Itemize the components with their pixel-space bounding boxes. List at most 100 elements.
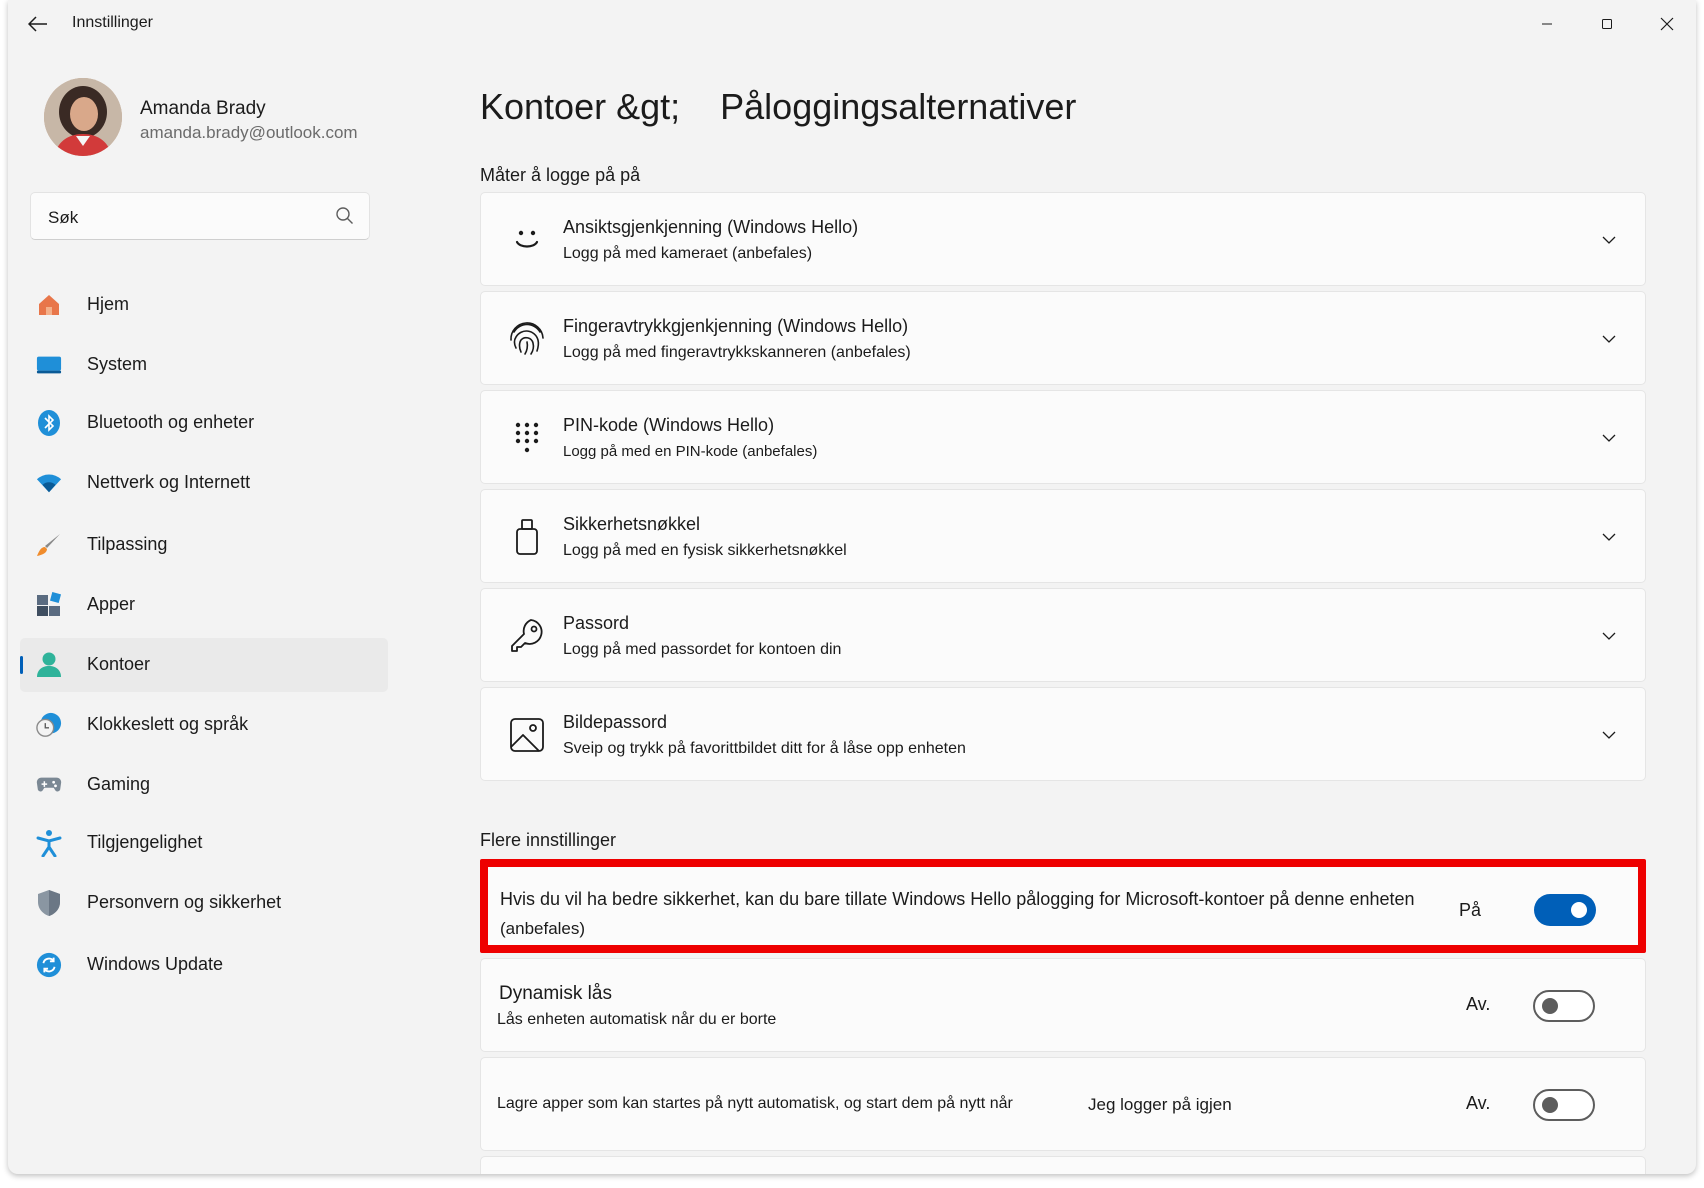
search-placeholder: Søk: [48, 208, 79, 227]
restart-apps-toggle[interactable]: [1533, 1089, 1595, 1121]
option-title: Bildepassord: [563, 712, 668, 732]
keypad-icon: [507, 418, 547, 458]
option-title: Passord: [563, 613, 630, 633]
option-subtitle: Logg på med en PIN-kode (anbefales): [563, 443, 818, 460]
breadcrumb-parent[interactable]: Kontoer &gt;: [480, 86, 680, 127]
option-subtitle: Sveip og trykk på favorittbildet ditt fo…: [563, 740, 966, 757]
sidebar-item-label: Personvern og sikkerhet: [87, 892, 282, 912]
signin-option-face[interactable]: Ansiktsgjenkjenning (Windows Hello) Logg…: [480, 192, 1646, 286]
close-button[interactable]: [1644, 8, 1690, 40]
shield-icon: [36, 890, 62, 916]
chevron-down-icon[interactable]: [1599, 725, 1619, 745]
paintbrush-icon: [36, 532, 62, 558]
option-title: Sikkerhetsnøkkel: [563, 514, 701, 534]
sidebar-item-kontoer[interactable]: Kontoer: [20, 638, 388, 692]
page-title: Kontoer &gt; Påloggingsalternativer: [480, 86, 1076, 128]
sidebar-item-windows-update[interactable]: Windows Update: [20, 938, 388, 992]
option-subtitle: Logg på med kameraet (anbefales): [563, 245, 813, 262]
back-button[interactable]: [22, 10, 54, 38]
minimize-button[interactable]: [1524, 8, 1570, 40]
setting-description: Hvis du vil ha bedre sikkerhet, kan du b…: [500, 889, 1415, 909]
toggle-state-label: Av.: [1466, 1093, 1491, 1113]
sidebar-item-apper[interactable]: Apper: [20, 578, 388, 632]
fingerprint-icon: [507, 319, 547, 359]
option-title: Ansiktsgjenkjenning (Windows Hello): [563, 217, 859, 237]
chevron-down-icon[interactable]: [1599, 230, 1619, 250]
sidebar-item-label: System: [87, 354, 148, 374]
maximize-icon: [1602, 19, 1612, 29]
app-title: Innstillinger: [72, 14, 153, 31]
setting-hello-only: Hvis du vil ha bedre sikkerhet, kan du b…: [480, 859, 1646, 953]
signin-option-picture-password[interactable]: Bildepassord Sveip og trykk på favorittb…: [480, 687, 1646, 781]
search-icon: [336, 207, 353, 224]
setting-subtitle: Lås enheten automatisk når du er borte: [497, 1011, 777, 1028]
setting-recommended: (anbefales): [500, 919, 586, 938]
toggle-knob: [1542, 998, 1558, 1014]
chevron-down-icon[interactable]: [1599, 626, 1619, 646]
toggle-knob: [1571, 902, 1587, 918]
sidebar-item-nettverk[interactable]: Nettverk og Internett: [20, 456, 388, 510]
search-input[interactable]: Søk: [30, 192, 370, 240]
option-title: Fingeravtrykkgjenkjenning (Windows Hello…: [563, 316, 909, 336]
setting-next-card: [480, 1156, 1646, 1174]
setting-dynamic-lock: Dynamisk lås Lås enheten automatisk når …: [480, 958, 1646, 1052]
person-icon: [36, 652, 62, 678]
profile-name: Amanda Brady: [140, 98, 266, 119]
sidebar-item-label: Apper: [87, 594, 136, 614]
face-icon: [507, 220, 547, 260]
clock-globe-icon: [36, 712, 62, 738]
title-bar: Innstillinger: [8, 0, 1696, 48]
toggle-knob: [1542, 1097, 1558, 1113]
sidebar-item-label: Kontoer: [87, 654, 151, 674]
option-subtitle: Logg på med en fysisk sikkerhetsnøkkel: [563, 542, 847, 559]
refresh-icon: [36, 952, 62, 978]
sidebar-item-tilpassing[interactable]: Tilpassing: [20, 518, 388, 572]
setting-description: Lagre apper som kan startes på nytt auto…: [497, 1095, 1013, 1112]
signin-option-fingerprint[interactable]: Fingeravtrykkgjenkjenning (Windows Hello…: [480, 291, 1646, 385]
monitor-icon: [36, 352, 62, 378]
option-subtitle: Logg på med fingeravtrykkskanneren (anbe…: [563, 344, 911, 361]
sidebar-item-personvern[interactable]: Personvern og sikkerhet: [20, 876, 388, 930]
toggle-state-label: På: [1459, 900, 1482, 920]
section-title-signin: Måter å logge på på: [480, 165, 641, 185]
sidebar-item-label: Tilgjengelighet: [87, 832, 203, 852]
sidebar-item-system[interactable]: System: [20, 338, 388, 392]
sidebar-item-tilgjengelighet[interactable]: Tilgjengelighet: [20, 816, 388, 870]
key-icon: [507, 616, 547, 656]
sidebar-item-label: Nettverk og Internett: [87, 472, 251, 492]
section-title-more: Flere innstillinger: [480, 830, 617, 850]
option-subtitle: Logg på med passordet for kontoen din: [563, 641, 842, 658]
settings-window: Innstillinger Amanda Brady amanda.brady@…: [8, 0, 1696, 1174]
usb-key-icon: [507, 517, 547, 557]
close-icon: [1660, 17, 1674, 31]
signin-option-pin[interactable]: PIN-kode (Windows Hello) Logg på med en …: [480, 390, 1646, 484]
toggle-state-label: Av.: [1466, 994, 1491, 1014]
dynamic-lock-toggle[interactable]: [1533, 990, 1595, 1022]
breadcrumb-current: Påloggingsalternativer: [720, 86, 1077, 127]
hello-only-toggle[interactable]: [1534, 894, 1596, 926]
wifi-icon: [36, 470, 62, 496]
setting-description-emphasis: Jeg logger på igjen: [1088, 1095, 1232, 1114]
apps-icon: [36, 592, 62, 618]
option-title: PIN-kode (Windows Hello): [563, 415, 775, 435]
chevron-down-icon[interactable]: [1599, 527, 1619, 547]
sidebar-item-label: Bluetooth og enheter: [87, 412, 255, 432]
chevron-down-icon[interactable]: [1599, 428, 1619, 448]
sidebar-item-label: Windows Update: [87, 954, 224, 974]
sidebar-item-label: Gaming: [87, 774, 151, 794]
bluetooth-icon: [36, 410, 62, 436]
setting-title: Dynamisk lås: [499, 983, 612, 1004]
sidebar-item-gaming[interactable]: Gaming: [20, 758, 388, 812]
picture-icon: [507, 715, 547, 755]
maximize-button[interactable]: [1584, 8, 1630, 40]
chevron-down-icon[interactable]: [1599, 329, 1619, 349]
signin-option-security-key[interactable]: Sikkerhetsnøkkel Logg på med en fysisk s…: [480, 489, 1646, 583]
sidebar-item-label: Klokkeslett og språk: [87, 714, 249, 734]
sidebar-item-klokkeslett[interactable]: Klokkeslett og språk: [20, 698, 388, 752]
signin-option-password[interactable]: Passord Logg på med passordet for kontoe…: [480, 588, 1646, 682]
sidebar-item-label: Tilpassing: [87, 534, 168, 554]
sidebar-item-hjem[interactable]: Hjem: [20, 278, 388, 332]
sidebar-item-bluetooth[interactable]: Bluetooth og enheter: [20, 396, 388, 450]
minimize-icon: [1542, 23, 1552, 25]
selection-indicator: [20, 656, 23, 674]
